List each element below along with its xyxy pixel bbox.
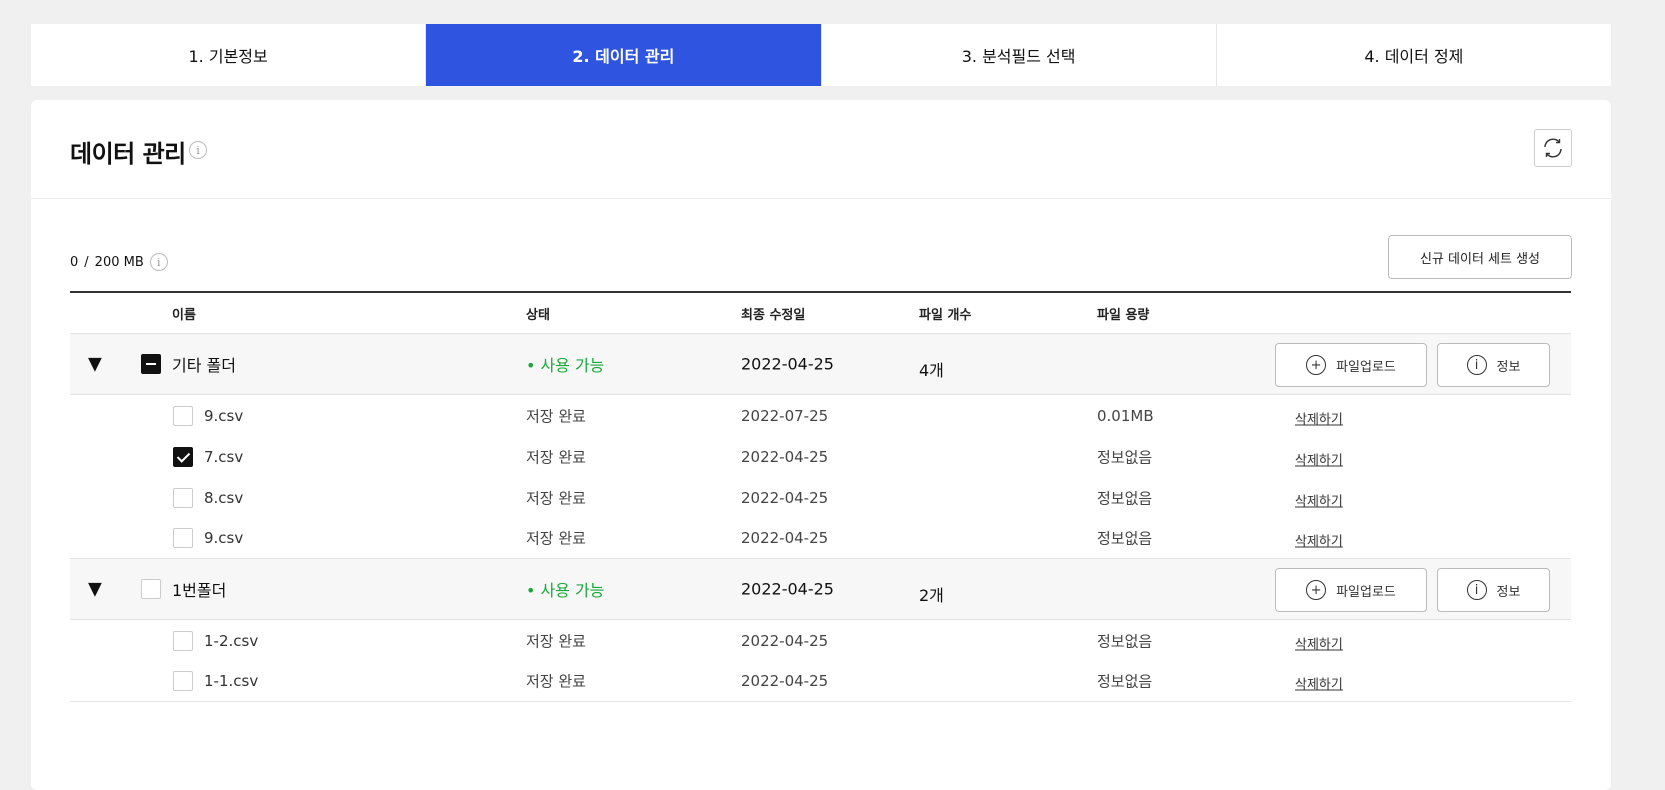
quota-total: 200 MB bbox=[94, 254, 144, 270]
file-checkbox[interactable] bbox=[173, 630, 193, 651]
info-icon: i bbox=[1466, 580, 1487, 600]
upload-label: 파일업로드 bbox=[1336, 359, 1396, 375]
delete-link[interactable]: 삭제하기 bbox=[1295, 531, 1343, 550]
file-date: 2022-07-25 bbox=[741, 406, 829, 425]
file-size: 정보없음 bbox=[1097, 529, 1153, 548]
tab-step-2[interactable]: 2. 데이터 관리 bbox=[426, 24, 822, 86]
table-header: 이름 상태 최종 수정일 파일 개수 파일 용량 bbox=[70, 293, 1571, 334]
info-label: 정보 bbox=[1496, 359, 1521, 375]
delete-link[interactable]: 삭제하기 bbox=[1295, 633, 1343, 652]
file-name: 8.csv bbox=[204, 488, 244, 507]
panel-header: 데이터 관리 i bbox=[31, 100, 1611, 199]
folder-file-count: 4개 bbox=[919, 361, 944, 380]
data-management-panel: 데이터 관리 i 0 / 200 MB i 신규 데이터 세트 생성 이름 상태… bbox=[31, 100, 1611, 790]
file-name: 9.csv bbox=[204, 529, 244, 547]
plus-icon: + bbox=[1306, 355, 1327, 375]
file-size: 정보없음 bbox=[1097, 448, 1153, 466]
file-size: 정보없음 bbox=[1097, 489, 1153, 507]
folder-row: ▼ 기타 폴더 사용 가능 2022-04-25 4개 + 파일업로드 i 정보 bbox=[70, 334, 1571, 395]
file-row: 1-2.csv 저장 완료 2022-04-25 정보없음 삭제하기 bbox=[70, 620, 1571, 661]
header-status: 상태 bbox=[526, 307, 550, 323]
collapse-toggle-icon[interactable]: ▼ bbox=[88, 354, 102, 375]
folder-checkbox[interactable] bbox=[141, 579, 161, 599]
title-info-icon[interactable]: i bbox=[189, 141, 207, 159]
file-status: 저장 완료 bbox=[526, 529, 586, 548]
folder-status: 사용 가능 bbox=[526, 352, 604, 376]
quota-used: 0 bbox=[70, 254, 79, 270]
collapse-toggle-icon[interactable]: ▼ bbox=[88, 579, 102, 600]
file-size: 0.01MB bbox=[1097, 406, 1154, 425]
data-table: 이름 상태 최종 수정일 파일 개수 파일 용량 ▼ 기타 폴더 사용 가능 2… bbox=[70, 291, 1571, 702]
file-status: 저장 완료 bbox=[526, 489, 586, 507]
file-row: 9.csv 저장 완료 2022-07-25 0.01MB 삭제하기 bbox=[70, 395, 1571, 436]
folder-row: ▼ 1번폴더 사용 가능 2022-04-25 2개 + 파일업로드 i 정보 bbox=[70, 559, 1571, 620]
file-upload-button[interactable]: + 파일업로드 bbox=[1275, 343, 1427, 387]
header-date: 최종 수정일 bbox=[741, 307, 806, 323]
file-row: 1-1.csv 저장 완료 2022-04-25 정보없음 삭제하기 bbox=[70, 661, 1571, 702]
file-row: 8.csv 저장 완료 2022-04-25 정보없음 삭제하기 bbox=[70, 477, 1571, 518]
folder-checkbox[interactable] bbox=[141, 354, 161, 374]
info-icon: i bbox=[1466, 355, 1487, 375]
folder-name: 기타 폴더 bbox=[172, 356, 236, 375]
folder-info-button[interactable]: i 정보 bbox=[1437, 343, 1550, 387]
tab-step-3[interactable]: 3. 분석필드 선택 bbox=[822, 24, 1217, 86]
file-status: 저장 완료 bbox=[526, 407, 586, 425]
folder-file-count: 2개 bbox=[919, 586, 944, 605]
file-date: 2022-04-25 bbox=[741, 529, 829, 547]
info-label: 정보 bbox=[1496, 584, 1521, 600]
plus-icon: + bbox=[1306, 580, 1327, 600]
file-date: 2022-04-25 bbox=[741, 631, 829, 650]
file-name: 1-2.csv bbox=[204, 631, 259, 650]
file-row: 9.csv 저장 완료 2022-04-25 정보없음 삭제하기 bbox=[70, 518, 1571, 559]
refresh-button[interactable] bbox=[1534, 129, 1572, 167]
header-size: 파일 용량 bbox=[1097, 307, 1150, 323]
file-checkbox[interactable] bbox=[173, 671, 193, 691]
folder-date: 2022-04-25 bbox=[741, 354, 834, 374]
file-name: 9.csv bbox=[204, 406, 244, 425]
header-count: 파일 개수 bbox=[919, 307, 972, 323]
delete-link[interactable]: 삭제하기 bbox=[1295, 674, 1343, 693]
file-status: 저장 완료 bbox=[526, 632, 586, 650]
page-title: 데이터 관리 bbox=[70, 140, 186, 168]
file-checkbox[interactable] bbox=[173, 487, 193, 508]
file-checkbox[interactable] bbox=[173, 446, 193, 467]
file-checkbox[interactable] bbox=[173, 405, 193, 426]
file-name: 7.csv bbox=[204, 447, 244, 466]
delete-link[interactable]: 삭제하기 bbox=[1295, 449, 1343, 468]
folder-info-button[interactable]: i 정보 bbox=[1437, 568, 1550, 612]
tab-step-4[interactable]: 4. 데이터 정제 bbox=[1217, 24, 1611, 86]
file-status: 저장 완료 bbox=[526, 672, 586, 691]
quota-separator: / bbox=[84, 254, 89, 270]
upload-label: 파일업로드 bbox=[1336, 584, 1396, 600]
delete-link[interactable]: 삭제하기 bbox=[1295, 408, 1343, 427]
file-name: 1-1.csv bbox=[204, 672, 259, 690]
folder-date: 2022-04-25 bbox=[741, 579, 834, 599]
file-date: 2022-04-25 bbox=[741, 447, 829, 466]
refresh-icon bbox=[1544, 138, 1562, 158]
file-size: 정보없음 bbox=[1097, 672, 1153, 691]
file-status: 저장 완료 bbox=[526, 448, 586, 466]
storage-quota: 0 / 200 MB i bbox=[70, 253, 168, 271]
file-row: 7.csv 저장 완료 2022-04-25 정보없음 삭제하기 bbox=[70, 436, 1571, 477]
step-tabs: 1. 기본정보 2. 데이터 관리 3. 분석필드 선택 4. 데이터 정제 bbox=[31, 24, 1611, 86]
quota-info-icon[interactable]: i bbox=[149, 253, 168, 271]
file-checkbox[interactable] bbox=[173, 528, 193, 548]
delete-link[interactable]: 삭제하기 bbox=[1295, 490, 1343, 509]
file-size: 정보없음 bbox=[1097, 632, 1153, 650]
folder-status: 사용 가능 bbox=[526, 577, 604, 601]
header-name: 이름 bbox=[172, 307, 196, 323]
create-dataset-button[interactable]: 신규 데이터 세트 생성 bbox=[1388, 235, 1572, 279]
folder-name: 1번폴더 bbox=[172, 581, 227, 600]
file-date: 2022-04-25 bbox=[741, 488, 829, 507]
file-upload-button[interactable]: + 파일업로드 bbox=[1275, 568, 1427, 612]
file-date: 2022-04-25 bbox=[741, 672, 829, 690]
tab-step-1[interactable]: 1. 기본정보 bbox=[31, 24, 427, 86]
